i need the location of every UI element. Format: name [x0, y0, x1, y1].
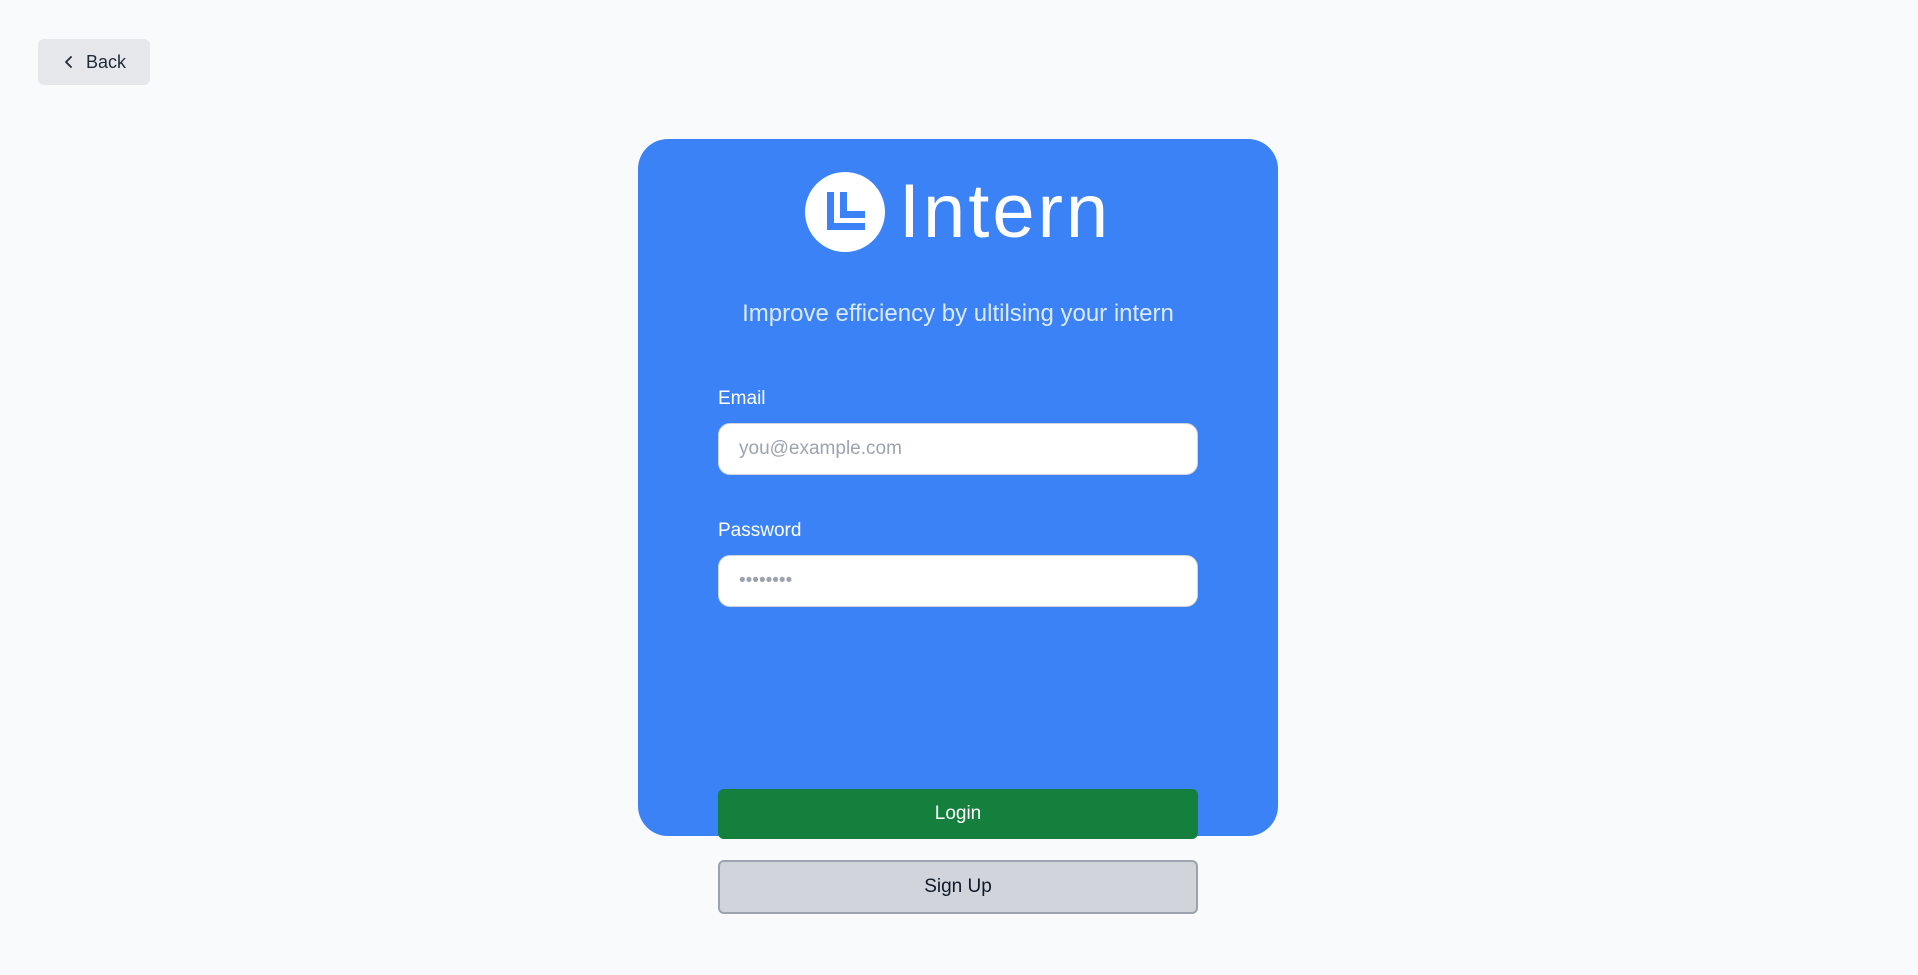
- back-button[interactable]: Back: [38, 39, 150, 85]
- brand-name: Intern: [898, 169, 1112, 254]
- login-card: Intern Improve efficiency by ultilsing y…: [638, 139, 1278, 914]
- signup-button[interactable]: Sign Up: [718, 860, 1198, 914]
- back-button-label: Back: [85, 51, 127, 72]
- tagline: Improve efficiency by ultilsing your int…: [742, 300, 1174, 327]
- email-label: Email: [718, 388, 766, 409]
- password-label: Password: [718, 520, 802, 541]
- login-page: Back Intern Improve efficiency by ultils…: [0, 0, 1918, 975]
- email-input[interactable]: [718, 423, 1198, 475]
- chevron-left-icon: [65, 56, 72, 68]
- brand-logo: Intern: [638, 171, 1278, 253]
- login-button[interactable]: Login: [718, 789, 1198, 839]
- email-field-group: Email: [718, 387, 1198, 475]
- intern-logo-icon: [804, 172, 885, 252]
- password-input[interactable]: [718, 555, 1198, 607]
- password-field-group: Password: [718, 519, 1198, 607]
